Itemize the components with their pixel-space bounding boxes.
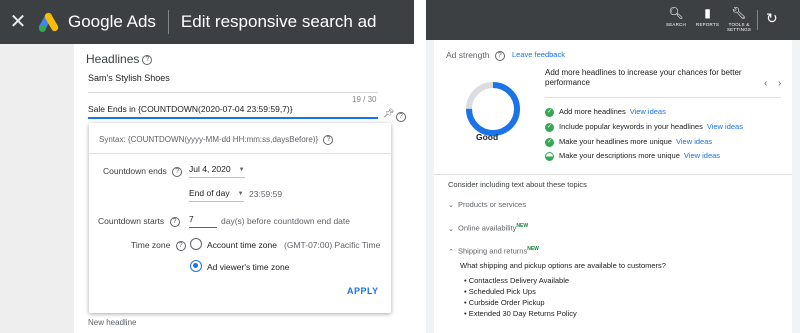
list-item: • Contactless Delivery Available bbox=[464, 276, 570, 285]
headlines-section-label: Headlines? bbox=[86, 52, 153, 66]
reports-button[interactable]: ▮ REPORTS bbox=[696, 6, 719, 27]
syntax-help-icon[interactable]: ? bbox=[323, 135, 334, 145]
dropdown-caret-icon: ▼ bbox=[238, 166, 245, 173]
ad-strength-card: Ad strength ? Leave feedback Good Add mo… bbox=[434, 40, 792, 333]
headline-1-underline bbox=[88, 92, 378, 93]
tools-settings-button[interactable]: 🔧︎ TOOLS & SETTINGS bbox=[726, 6, 752, 32]
dropdown-caret-icon: ▼ bbox=[237, 190, 244, 197]
character-count: 19 / 30 bbox=[352, 95, 377, 104]
ad-strength-rating: Good bbox=[476, 132, 499, 142]
page-title: Edit responsive search ad bbox=[180, 12, 377, 31]
help-icon[interactable]: ? bbox=[175, 240, 186, 251]
topics-intro: Consider including text about these topi… bbox=[448, 180, 587, 189]
chevron-left-icon[interactable]: ‹ bbox=[764, 78, 767, 89]
chevron-down-icon: ⌄ bbox=[448, 202, 454, 209]
ad-strength-panel: 🔍︎ SEARCH ▮ REPORTS 🔧︎ TOOLS & SETTINGS … bbox=[426, 0, 800, 333]
viewer-time-zone-label[interactable]: Ad viewer's time zone bbox=[207, 262, 289, 272]
help-icon[interactable]: ? bbox=[142, 54, 153, 65]
search-icon: 🔍︎ bbox=[668, 6, 684, 20]
headline-1-input[interactable]: Sam's Stylish Shoes bbox=[88, 73, 170, 83]
view-ideas-link[interactable]: View ideas bbox=[630, 107, 666, 116]
new-badge: NEW bbox=[516, 223, 529, 229]
brand-name: Google Ads bbox=[68, 12, 156, 31]
list-item: • Curbside Order Pickup bbox=[464, 298, 545, 307]
chevron-right-icon[interactable]: › bbox=[778, 78, 781, 89]
topic-online-availability[interactable]: ⌄ Online availabilityNEW bbox=[448, 223, 528, 233]
topic-question: What shipping and pickup options are ava… bbox=[460, 261, 666, 270]
headline-help-icon[interactable]: ? bbox=[396, 111, 406, 122]
account-time-zone-label[interactable]: Account time zone bbox=[207, 240, 277, 250]
account-time-zone-radio[interactable] bbox=[190, 238, 202, 250]
half-circle-icon bbox=[545, 151, 554, 161]
divider bbox=[89, 153, 391, 154]
account-time-zone-detail: (GMT-07:00) Pacific Time bbox=[284, 240, 381, 250]
chevron-up-icon: ⌃ bbox=[448, 248, 454, 256]
reports-icon: ▮ bbox=[704, 6, 711, 20]
ad-strength-ring bbox=[466, 82, 520, 136]
suggestion-divider bbox=[545, 97, 781, 98]
countdown-starts-label: Countdown starts ? bbox=[98, 216, 180, 227]
view-ideas-link[interactable]: View ideas bbox=[707, 122, 743, 131]
check-circle-icon: ✓ bbox=[545, 107, 554, 117]
view-ideas-link[interactable]: View ideas bbox=[684, 151, 720, 160]
suggestion-item: ✓ Make your headlines more unique View ide… bbox=[545, 137, 713, 147]
google-ads-logo-icon bbox=[37, 10, 62, 34]
headline-2-focus-underline bbox=[88, 117, 378, 119]
suggestion-headline: Add more headlines to increase your chan… bbox=[545, 68, 742, 87]
image-gap bbox=[414, 0, 426, 333]
days-before-input[interactable]: 7 bbox=[189, 214, 217, 228]
time-zone-label: Time zone ? bbox=[131, 240, 186, 251]
syntax-hint: Syntax: {COUNTDOWN(yyyy-MM-dd HH:mm:ss,d… bbox=[99, 135, 334, 145]
apply-button[interactable]: APPLY bbox=[347, 286, 379, 296]
topbar-divider bbox=[167, 10, 169, 34]
view-ideas-link[interactable]: View ideas bbox=[676, 137, 712, 146]
new-headline-input[interactable]: New headline bbox=[88, 318, 136, 327]
search-button[interactable]: 🔍︎ SEARCH bbox=[666, 6, 686, 27]
list-item: • Scheduled Pick Ups bbox=[464, 287, 536, 296]
wrench-icon: 🔧︎ bbox=[731, 6, 747, 20]
chevron-down-icon: ⌄ bbox=[448, 225, 454, 233]
help-icon[interactable]: ? bbox=[172, 166, 183, 177]
toolbar-divider bbox=[757, 10, 758, 30]
top-app-bar: ✕ Google Ads Edit responsive search ad bbox=[0, 0, 414, 44]
countdown-ends-label: Countdown ends ? bbox=[103, 166, 183, 177]
refresh-icon[interactable]: ↻ bbox=[766, 10, 778, 27]
days-before-suffix: day(s) before countdown end date bbox=[221, 216, 351, 226]
section-divider bbox=[434, 174, 792, 175]
countdown-popup: Syntax: {COUNTDOWN(yyyy-MM-dd HH:mm:ss,d… bbox=[89, 123, 391, 313]
check-circle-icon: ✓ bbox=[545, 122, 554, 132]
help-icon[interactable]: ? bbox=[494, 50, 505, 61]
suggestion-item: Make your descriptions more unique View i… bbox=[545, 151, 720, 161]
headline-2-input[interactable]: Sale Ends in {COUNTDOWN(2020-07-04 23:59… bbox=[88, 104, 293, 114]
topic-shipping-returns[interactable]: ⌃ Shipping and returnsNEW bbox=[448, 246, 539, 256]
end-date-dropdown[interactable]: Jul 4, 2020 ▼ bbox=[189, 164, 245, 178]
check-circle-icon: ✓ bbox=[545, 137, 554, 147]
leave-feedback-link[interactable]: Leave feedback bbox=[512, 50, 565, 59]
edit-ad-panel: ✕ Google Ads Edit responsive search ad H… bbox=[0, 0, 414, 333]
help-icon[interactable]: ? bbox=[169, 216, 180, 227]
end-time-value: 23:59:59 bbox=[249, 189, 283, 199]
ad-strength-title: Ad strength ? bbox=[446, 50, 505, 61]
top-toolbar: 🔍︎ SEARCH ▮ REPORTS 🔧︎ TOOLS & SETTINGS … bbox=[426, 0, 800, 40]
topic-products-services[interactable]: ⌄ Products or services bbox=[448, 200, 526, 209]
new-badge: NEW bbox=[527, 246, 539, 252]
suggestion-item: ✓ Add more headlines View ideas bbox=[545, 107, 666, 117]
viewer-time-zone-radio[interactable] bbox=[190, 260, 202, 272]
end-time-dropdown[interactable]: End of day ▼ bbox=[189, 188, 244, 202]
list-item: • Extended 30 Day Returns Policy bbox=[464, 309, 577, 318]
suggestion-item: ✓ Include popular keywords in your headli… bbox=[545, 122, 743, 132]
close-icon[interactable]: ✕ bbox=[0, 0, 36, 44]
